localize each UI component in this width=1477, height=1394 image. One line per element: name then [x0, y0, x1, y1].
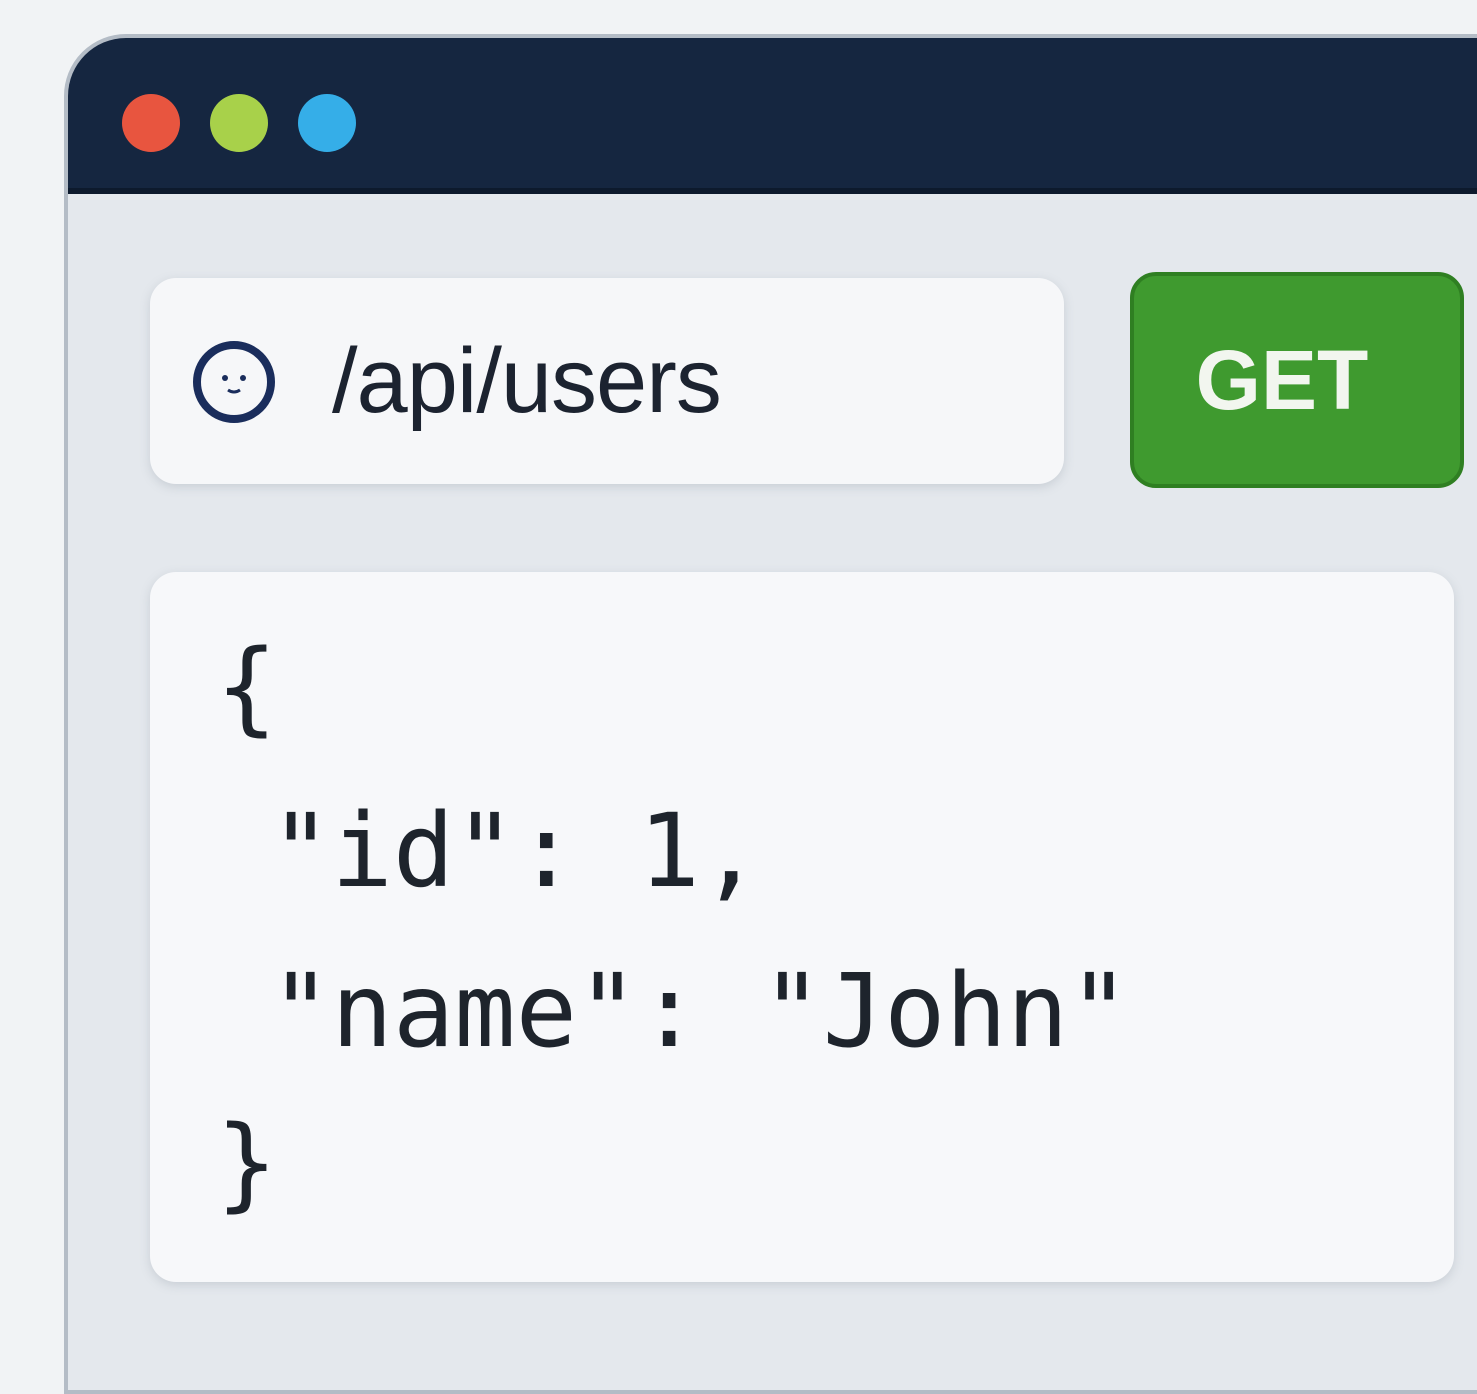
- json-line: "id": 1,: [270, 792, 762, 911]
- minimize-window-button[interactable]: [210, 94, 268, 152]
- json-line: }: [216, 1104, 278, 1223]
- request-panel: /api/users GET { "id": 1, "name": "John"…: [68, 194, 1477, 1390]
- get-method-button[interactable]: GET: [1130, 272, 1464, 488]
- title-bar: [68, 38, 1477, 194]
- url-text: /api/users: [332, 330, 722, 432]
- url-input[interactable]: /api/users: [150, 278, 1064, 484]
- json-response-panel: { "id": 1, "name": "John" }: [150, 572, 1454, 1282]
- zoom-window-button[interactable]: [298, 94, 356, 152]
- json-line: {: [216, 628, 278, 747]
- close-window-button[interactable]: [122, 94, 180, 152]
- app-window: /api/users GET { "id": 1, "name": "John"…: [64, 34, 1477, 1394]
- json-line: "name": "John": [270, 952, 1130, 1071]
- circle-face-icon: [193, 341, 275, 423]
